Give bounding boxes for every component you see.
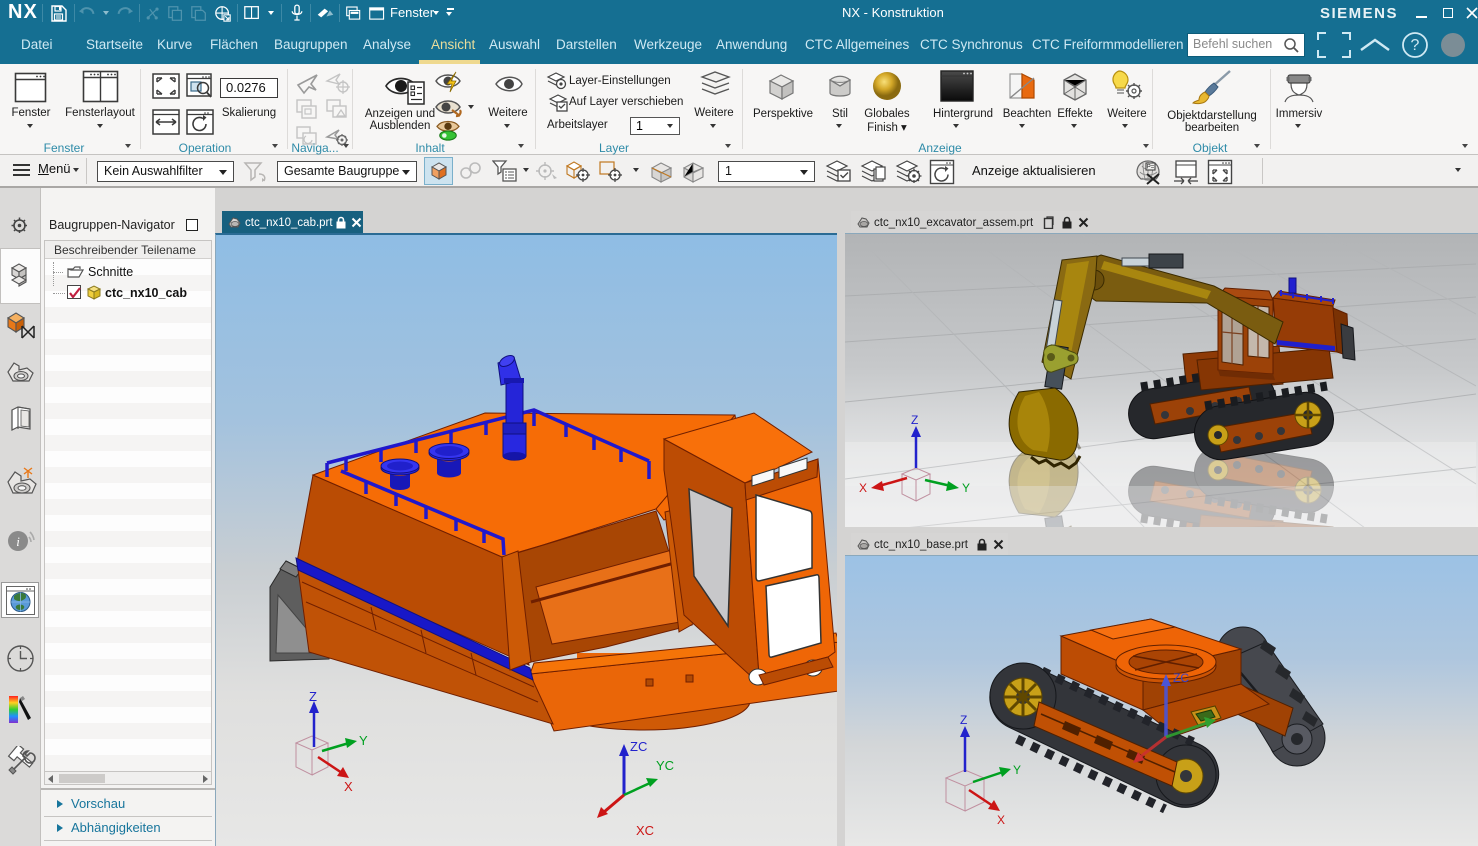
svg-text:Z: Z (960, 713, 967, 727)
svg-text:Y: Y (1013, 763, 1021, 777)
svg-text:Y: Y (962, 481, 970, 495)
svg-text:X: X (859, 481, 867, 495)
svg-text:Y: Y (359, 733, 368, 748)
svg-text:i: i (16, 534, 20, 549)
svg-text:X: X (344, 779, 353, 794)
svg-text:XC: XC (636, 823, 654, 838)
svg-text:X: X (997, 813, 1005, 827)
svg-text:ZC: ZC (630, 739, 647, 754)
svg-text:ZC: ZC (1173, 671, 1189, 685)
svg-text:?: ? (1411, 37, 1420, 54)
svg-text:Z: Z (911, 413, 918, 427)
svg-text:Z: Z (309, 689, 317, 704)
svg-text:P=: P= (1147, 165, 1155, 171)
svg-text:YC: YC (656, 758, 674, 773)
